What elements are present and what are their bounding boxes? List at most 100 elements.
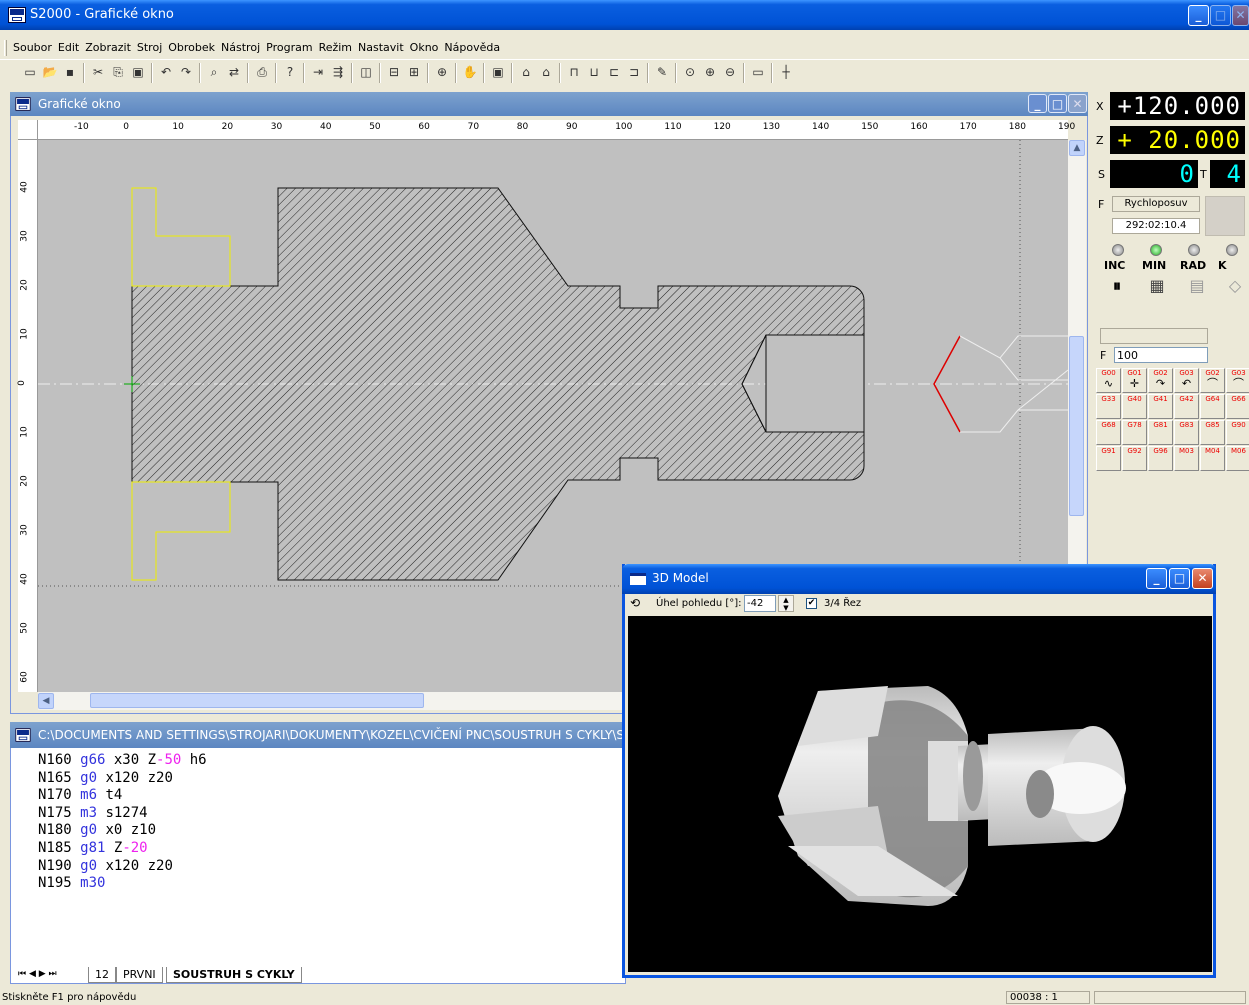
code-line[interactable]: N180 g0 x0 z10: [38, 822, 618, 840]
zoom-in-icon[interactable]: ⊕: [702, 64, 718, 80]
gcode-button-g03[interactable]: G03 ↶: [1174, 368, 1199, 393]
copy-icon[interactable]: ⎘: [110, 64, 126, 80]
horizontal-scroll-thumb[interactable]: [90, 693, 424, 708]
editor-title[interactable]: C:\DOCUMENTS AND SETTINGS\STROJARI\DOKUM…: [10, 722, 626, 748]
tab-1[interactable]: PRVNI: [116, 967, 163, 983]
gcode-button-g64[interactable]: G64: [1200, 394, 1225, 419]
gcode-button-g02[interactable]: G02 ↷: [1148, 368, 1173, 393]
angle-spinner[interactable]: ▲ ▼: [778, 595, 794, 612]
hand-icon[interactable]: ✋: [462, 64, 478, 80]
scroll-left-button[interactable]: ◀: [38, 693, 54, 709]
maximize-button[interactable]: □: [1210, 5, 1231, 26]
gcode-button-g83[interactable]: G83: [1174, 420, 1199, 445]
cut-checkbox[interactable]: ✔: [806, 598, 817, 609]
code-line[interactable]: N190 g0 x120 z20: [38, 858, 618, 876]
gcode-button-g02[interactable]: G02 ⌒: [1200, 368, 1225, 393]
model-viewport[interactable]: [628, 616, 1212, 972]
menu-item-9[interactable]: Okno: [407, 36, 442, 60]
menu-item-1[interactable]: Edit: [55, 36, 82, 60]
minimize-button[interactable]: _: [1188, 5, 1209, 26]
gcode-button-g78[interactable]: G78: [1122, 420, 1147, 445]
code-line[interactable]: N170 m6 t4: [38, 787, 618, 805]
step-icon[interactable]: ▦: [1144, 276, 1170, 300]
angle-input[interactable]: [744, 595, 776, 612]
scroll-up-button[interactable]: ▲: [1069, 140, 1085, 156]
open-icon[interactable]: 📂: [42, 64, 58, 80]
new-file-icon[interactable]: ▭: [22, 64, 38, 80]
menu-item-5[interactable]: Nástroj: [218, 36, 263, 60]
graphic-maximize-button[interactable]: □: [1048, 94, 1067, 113]
tool4-icon[interactable]: ⊐: [626, 64, 642, 80]
machine2-icon[interactable]: ⌂: [538, 64, 554, 80]
print-icon[interactable]: ⎙: [254, 64, 270, 80]
redo-icon[interactable]: ↷: [178, 64, 194, 80]
vertical-scroll-thumb[interactable]: [1069, 336, 1084, 516]
model-minimize-button[interactable]: _: [1146, 568, 1167, 589]
tool-icon[interactable]: ⊓: [566, 64, 582, 80]
tool2-icon[interactable]: ⊔: [586, 64, 602, 80]
find-icon[interactable]: ⌕: [206, 64, 222, 80]
zoom-out-icon[interactable]: ⊖: [722, 64, 738, 80]
machine-icon[interactable]: ⌂: [518, 64, 534, 80]
program-icon[interactable]: ▤: [1184, 276, 1210, 300]
gcode-button-g33[interactable]: G33: [1096, 394, 1121, 419]
code-line[interactable]: N160 g66 x30 Z-50 h6: [38, 752, 618, 770]
gcode-button-g66[interactable]: G66: [1226, 394, 1249, 419]
tab-nav-buttons[interactable]: ⏮ ◀ ▶ ⏭: [18, 969, 57, 979]
zoom-fit-icon[interactable]: ⊙: [682, 64, 698, 80]
gcode-button-g40[interactable]: G40: [1122, 394, 1147, 419]
gcode-button-g03[interactable]: G03 ⌒: [1226, 368, 1249, 393]
gcode-button-m04[interactable]: M04: [1200, 446, 1225, 471]
model-close-button[interactable]: ✕: [1192, 568, 1213, 589]
gcode-button-g01[interactable]: G01 ✛: [1122, 368, 1147, 393]
menu-item-7[interactable]: Režim: [316, 36, 355, 60]
code-line[interactable]: N185 g81 Z-20: [38, 840, 618, 858]
paste-icon[interactable]: ▣: [130, 64, 146, 80]
menu-item-2[interactable]: Zobrazit: [82, 36, 134, 60]
rotate-icon[interactable]: ⟲: [630, 596, 646, 612]
graphic-minimize-button[interactable]: _: [1028, 94, 1047, 113]
nc-program-code[interactable]: N160 g66 x30 Z-50 h6 N165 g0 x120 z20 N170…: [38, 752, 618, 893]
tab-2[interactable]: SOUSTRUH S CYKLY: [166, 967, 302, 983]
feed-input[interactable]: [1114, 347, 1208, 363]
model-window-title-bar[interactable]: 3D Model _ □ ✕: [622, 564, 1216, 594]
save-icon[interactable]: ▪: [62, 64, 78, 80]
pause-icon[interactable]: ⏸: [1104, 276, 1130, 300]
gcode-button-g91[interactable]: G91: [1096, 446, 1121, 471]
3d-icon[interactable]: ▣: [490, 64, 506, 80]
gcode-button-g96[interactable]: G96: [1148, 446, 1173, 471]
block-icon[interactable]: ⊟: [386, 64, 402, 80]
run-icon[interactable]: ⇥: [310, 64, 326, 80]
gcode-button-g92[interactable]: G92: [1122, 446, 1147, 471]
menu-item-4[interactable]: Obrobek: [165, 36, 218, 60]
insert-icon[interactable]: ⊕: [434, 64, 450, 80]
gcode-button-m06[interactable]: M06: [1226, 446, 1249, 471]
gcode-button-g85[interactable]: G85: [1200, 420, 1225, 445]
run-step-icon[interactable]: ⇶: [330, 64, 346, 80]
menu-item-0[interactable]: Soubor: [10, 36, 55, 60]
grid-icon[interactable]: ┼: [778, 64, 794, 80]
cut-icon[interactable]: ✂: [90, 64, 106, 80]
gcode-button-g42[interactable]: G42: [1174, 394, 1199, 419]
gcode-button-g81[interactable]: G81: [1148, 420, 1173, 445]
pen-icon[interactable]: ✎: [654, 64, 670, 80]
menu-item-10[interactable]: Nápověda: [441, 36, 503, 60]
menu-item-3[interactable]: Stroj: [134, 36, 165, 60]
simulate-icon[interactable]: ◫: [358, 64, 374, 80]
block2-icon[interactable]: ⊞: [406, 64, 422, 80]
screen-icon[interactable]: ▭: [750, 64, 766, 80]
horizontal-scrollbar[interactable]: ◀: [38, 692, 626, 710]
tool3-icon[interactable]: ⊏: [606, 64, 622, 80]
tab-0[interactable]: 12: [88, 967, 116, 983]
close-button[interactable]: ✕: [1232, 5, 1249, 26]
replace-icon[interactable]: ⇄: [226, 64, 242, 80]
model-maximize-button[interactable]: □: [1169, 568, 1190, 589]
code-line[interactable]: N175 m3 s1274: [38, 805, 618, 823]
menu-item-8[interactable]: Nastavit: [355, 36, 407, 60]
undo-icon[interactable]: ↶: [158, 64, 174, 80]
menu-item-6[interactable]: Program: [263, 36, 315, 60]
gcode-button-g90[interactable]: G90: [1226, 420, 1249, 445]
code-line[interactable]: N165 g0 x120 z20: [38, 770, 618, 788]
gcode-button-g41[interactable]: G41: [1148, 394, 1173, 419]
app-title-bar[interactable]: S2000 - Grafické okno _ □ ✕: [0, 0, 1249, 30]
